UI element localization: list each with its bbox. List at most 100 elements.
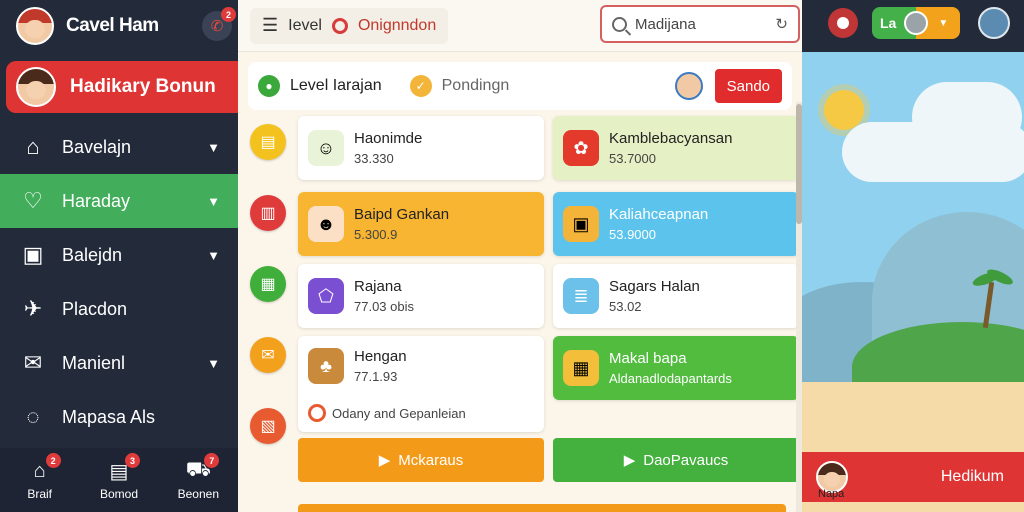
level-dropdown[interactable]: La ▼ <box>872 7 960 39</box>
bottom-nav-label: Braif <box>27 487 52 501</box>
box-icon: ▤ 3 <box>106 453 140 483</box>
tab-level[interactable]: ● Level Iarajan <box>258 75 382 97</box>
sidebar-item-label: Mapasa Als <box>62 406 156 427</box>
bottom-nav-beonen[interactable]: ⛟ 7 Beonen <box>168 453 228 501</box>
category-shop-button[interactable]: ▦ <box>250 266 286 302</box>
basket-icon: ♣ <box>308 348 344 384</box>
sidebar-item-label: Balejdn <box>62 244 123 265</box>
sidebar: Cavel Ham ✆ 2 Hadikary Bonun ⌂ Bavelajn … <box>0 0 238 512</box>
sidebar-item-label: Placdon <box>62 298 128 319</box>
target-icon <box>331 17 348 34</box>
refresh-icon[interactable]: ↻ <box>775 15 788 33</box>
search-icon <box>612 16 627 32</box>
ring-icon <box>308 404 326 422</box>
sidebar-item-manienl[interactable]: ✉ Manienl ▼ <box>0 336 238 390</box>
mini-avatar <box>904 11 929 35</box>
sidebar-nav: ⌂ Bavelajn ▼ ♡ Haraday ▼ ▣ Balejdn ▼ ✈ P… <box>0 120 238 444</box>
play-icon: ▶ <box>378 452 391 469</box>
tab-label: Pondingn <box>441 77 510 94</box>
scenery-panel: Napa Hedikum <box>802 52 1024 512</box>
bottom-strip <box>298 504 786 512</box>
card-title: Kaliahceapnan <box>609 206 709 223</box>
phone-icon: ✆ <box>210 18 224 35</box>
bottom-nav-braif[interactable]: ⌂ 2 Braif <box>10 453 70 501</box>
search-input[interactable] <box>635 15 768 33</box>
sidebar-profile[interactable]: Hadikary Bonun <box>6 61 238 113</box>
menu-icon[interactable]: ☰ <box>262 15 278 36</box>
category-mail-button[interactable]: ✉ <box>250 337 286 373</box>
card-hengan[interactable]: ♣ Hengan 77.1.93 Odany and Gepanleian <box>298 336 544 432</box>
bottom-nav-bomod[interactable]: ▤ 3 Bomod <box>89 453 149 501</box>
account-avatar[interactable] <box>978 7 1010 39</box>
card-baipd-gankan[interactable]: ☻ Baipd Gankan 5.300.9 <box>298 192 544 256</box>
chevron-down-icon: ▼ <box>207 355 220 371</box>
sidebar-item-mapasa-als[interactable]: ◌ Mapasa Als <box>0 390 238 444</box>
home-icon: ⌂ <box>26 134 40 159</box>
card-rajana[interactable]: ⬠ Rajana 77.03 obis <box>298 264 544 328</box>
play-icon: ▶ <box>623 452 636 469</box>
stack-icon: ≣ <box>563 278 599 314</box>
breadcrumb-current[interactable]: Onignndon <box>358 17 436 35</box>
sidebar-item-balejdn[interactable]: ▣ Balejdn ▼ <box>0 228 238 282</box>
tab-label: Level Iarajan <box>290 77 382 94</box>
girl-avatar-icon: ☻ <box>308 206 344 242</box>
card-footer: Odany and Gepanleian <box>308 404 466 422</box>
card-kamblebacyansan[interactable]: ✿ Kamblebacyansan 53.7000 <box>553 116 799 180</box>
notification-button[interactable]: ✆ 2 <box>202 7 236 41</box>
scene-label: Hedikum <box>940 468 1004 485</box>
right-header: La ▼ <box>802 0 1024 52</box>
card-title: Makal bapa <box>609 350 687 367</box>
card-value: 77.03 obis <box>354 299 414 314</box>
card-title: Baipd Gankan <box>354 206 450 223</box>
category-note-button[interactable]: ▤ <box>250 124 286 160</box>
card-footer-text: Odany and Gepanleian <box>332 405 466 421</box>
home-icon: ⌂ 2 <box>27 453 61 483</box>
sidebar-item-label: Manienl <box>62 352 126 373</box>
card-sagars-halan[interactable]: ≣ Sagars Halan 53.02 <box>553 264 799 328</box>
scene-subtext: Napa <box>818 488 845 500</box>
gift-icon: ✿ <box>563 130 599 166</box>
category-bag-button[interactable]: ▥ <box>250 195 286 231</box>
sidebar-item-placdon[interactable]: ✈ Placdon <box>0 282 238 336</box>
app-avatar[interactable] <box>16 7 54 45</box>
sidebar-item-haraday[interactable]: ♡ Haraday ▼ <box>0 174 238 228</box>
document-icon: ▧ <box>260 418 276 435</box>
level-label: La <box>880 15 897 31</box>
card-kaliahceapnan[interactable]: ▣ Kaliahceapnan 53.9000 <box>553 192 799 256</box>
notification-badge: 2 <box>221 7 236 22</box>
send-button[interactable]: Sando <box>714 69 782 103</box>
action-label: Mckaraus <box>398 451 464 469</box>
card-title: Kamblebacyansan <box>609 130 733 147</box>
action-button-right[interactable]: ▶ DaoPavaucs <box>553 438 799 482</box>
scene-action-bar[interactable]: Napa Hedikum <box>802 452 1024 502</box>
chevron-down-icon: ▼ <box>207 247 220 263</box>
bag-icon: ▥ <box>260 205 276 222</box>
sub-header: ● Level Iarajan ✓ Pondingn Sando <box>248 62 792 110</box>
card-title: Hengan <box>354 348 407 365</box>
mail-icon: ✉ <box>261 347 275 364</box>
card-makal-bapa[interactable]: ▦ Makal bapa Aldanadlodapantards <box>553 336 799 400</box>
card-title: Haonimde <box>354 130 423 147</box>
action-button-left[interactable]: ▶ Mckaraus <box>298 438 544 482</box>
card-value: 53.9000 <box>609 227 656 242</box>
character-icon: ☺ <box>308 130 344 166</box>
nav-badge: 7 <box>204 453 220 468</box>
sidebar-item-bavelajn[interactable]: ⌂ Bavelajn ▼ <box>0 120 238 174</box>
user-icon[interactable] <box>828 8 858 38</box>
category-doc-button[interactable]: ▧ <box>250 408 286 444</box>
top-bar: ☰ Ievel Onignndon ↻ <box>238 0 802 52</box>
user-avatar[interactable] <box>674 72 703 100</box>
search-box[interactable]: ↻ <box>600 5 800 43</box>
cart-icon: ⛟ 7 <box>185 453 220 483</box>
profile-avatar <box>16 67 56 107</box>
card-title: Rajana <box>354 278 402 295</box>
card-value: 5.300.9 <box>354 227 398 242</box>
note-icon: ▤ <box>260 134 276 151</box>
plane-icon: ✈ <box>23 296 43 321</box>
crate-icon: ▦ <box>563 350 599 386</box>
bottom-nav: ⌂ 2 Braif ▤ 3 Bomod ⛟ 7 Beonen <box>0 448 238 512</box>
card-haonimde[interactable]: ☺ Haonimde 33.330 <box>298 116 544 180</box>
tab-pending[interactable]: ✓ Pondingn <box>409 75 510 97</box>
nav-badge: 3 <box>124 453 140 468</box>
breadcrumb-level[interactable]: Ievel <box>288 17 322 35</box>
